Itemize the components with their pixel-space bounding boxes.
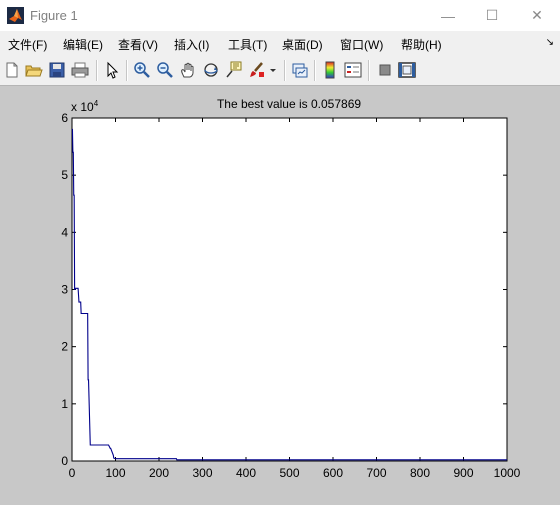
- colorbar-icon[interactable]: [321, 61, 339, 79]
- menu-tools[interactable]: 工具(T): [228, 36, 267, 53]
- toolbar-separator: [126, 60, 128, 81]
- minimize-button[interactable]: —: [426, 0, 470, 31]
- close-button[interactable]: ✕: [515, 0, 559, 31]
- zoom-in-icon[interactable]: [133, 61, 151, 79]
- menu-help[interactable]: 帮助(H): [401, 36, 442, 53]
- legend-icon[interactable]: [344, 61, 362, 79]
- y-tick-label: 0: [61, 454, 68, 468]
- open-file-icon[interactable]: [25, 61, 43, 79]
- link-plot-icon[interactable]: [291, 61, 309, 79]
- data-cursor-icon[interactable]: [225, 61, 243, 79]
- x-tick-label: 200: [149, 466, 169, 480]
- menu-insert[interactable]: 插入(I): [174, 36, 209, 53]
- y-tick-label: 5: [61, 168, 68, 182]
- x-tick-label: 100: [105, 466, 125, 480]
- select-arrow-icon[interactable]: [103, 61, 121, 79]
- brush-icon[interactable]: [248, 61, 266, 79]
- dock-arrow-icon[interactable]: ↘: [546, 37, 554, 48]
- menu-file[interactable]: 文件(F): [8, 36, 47, 53]
- new-figure-icon[interactable]: [3, 61, 21, 79]
- toolbar-separator: [96, 60, 98, 81]
- rotate-3d-icon[interactable]: [202, 61, 220, 79]
- y-tick-label: 4: [61, 225, 68, 239]
- toolbar-separator: [368, 60, 370, 81]
- matlab-logo-icon: [7, 7, 24, 24]
- x-tick-label: 300: [192, 466, 212, 480]
- y-tick-label: 2: [61, 340, 68, 354]
- hide-plot-tools-icon[interactable]: [376, 61, 394, 79]
- window-title: Figure 1: [30, 8, 78, 23]
- menu-desktop[interactable]: 桌面(D): [282, 36, 323, 53]
- show-plot-tools-icon[interactable]: [398, 61, 416, 79]
- y-exponent-label: x 104: [71, 99, 99, 114]
- save-icon[interactable]: [48, 61, 66, 79]
- toolbar-separator: [314, 60, 316, 81]
- y-tick-label: 3: [61, 283, 68, 297]
- x-tick-label: 900: [453, 466, 473, 480]
- x-tick-label: 600: [323, 466, 343, 480]
- maximize-button[interactable]: ☐: [470, 0, 514, 31]
- y-tick-label: 6: [61, 111, 68, 125]
- x-tick-label: 800: [410, 466, 430, 480]
- pan-hand-icon[interactable]: [179, 61, 197, 79]
- maximize-icon: ☐: [485, 7, 499, 23]
- x-tick-label: 400: [236, 466, 256, 480]
- menu-view[interactable]: 查看(V): [118, 36, 158, 53]
- minimize-icon: —: [441, 7, 455, 24]
- title-bar: Figure 1 — ☐ ✕: [0, 0, 560, 32]
- menu-window[interactable]: 窗口(W): [340, 36, 383, 53]
- figure-canvas: The best value is 0.057869 0 100 200 300 400…: [0, 86, 560, 505]
- close-icon: ✕: [531, 7, 543, 23]
- x-tick-label: 500: [279, 466, 299, 480]
- print-icon[interactable]: [71, 61, 89, 79]
- axes-background: [71, 117, 508, 462]
- zoom-out-icon[interactable]: [156, 61, 174, 79]
- x-tick-label: 700: [366, 466, 386, 480]
- menu-bar: 文件(F) 编辑(E) 查看(V) 插入(I) 工具(T) 桌面(D) 窗口(W…: [0, 31, 560, 55]
- chart-title: The best value is 0.057869: [217, 97, 361, 111]
- figure-toolbar: [0, 55, 560, 86]
- dropdown-arrow-icon[interactable]: [268, 61, 278, 79]
- plot-svg[interactable]: The best value is 0.057869 0 100 200 300 400…: [0, 86, 560, 505]
- toolbar-separator: [284, 60, 286, 81]
- x-tick-label: 0: [69, 466, 76, 480]
- menu-edit[interactable]: 编辑(E): [63, 36, 103, 53]
- y-tick-label: 1: [61, 397, 68, 411]
- x-tick-label: 1000: [494, 466, 521, 480]
